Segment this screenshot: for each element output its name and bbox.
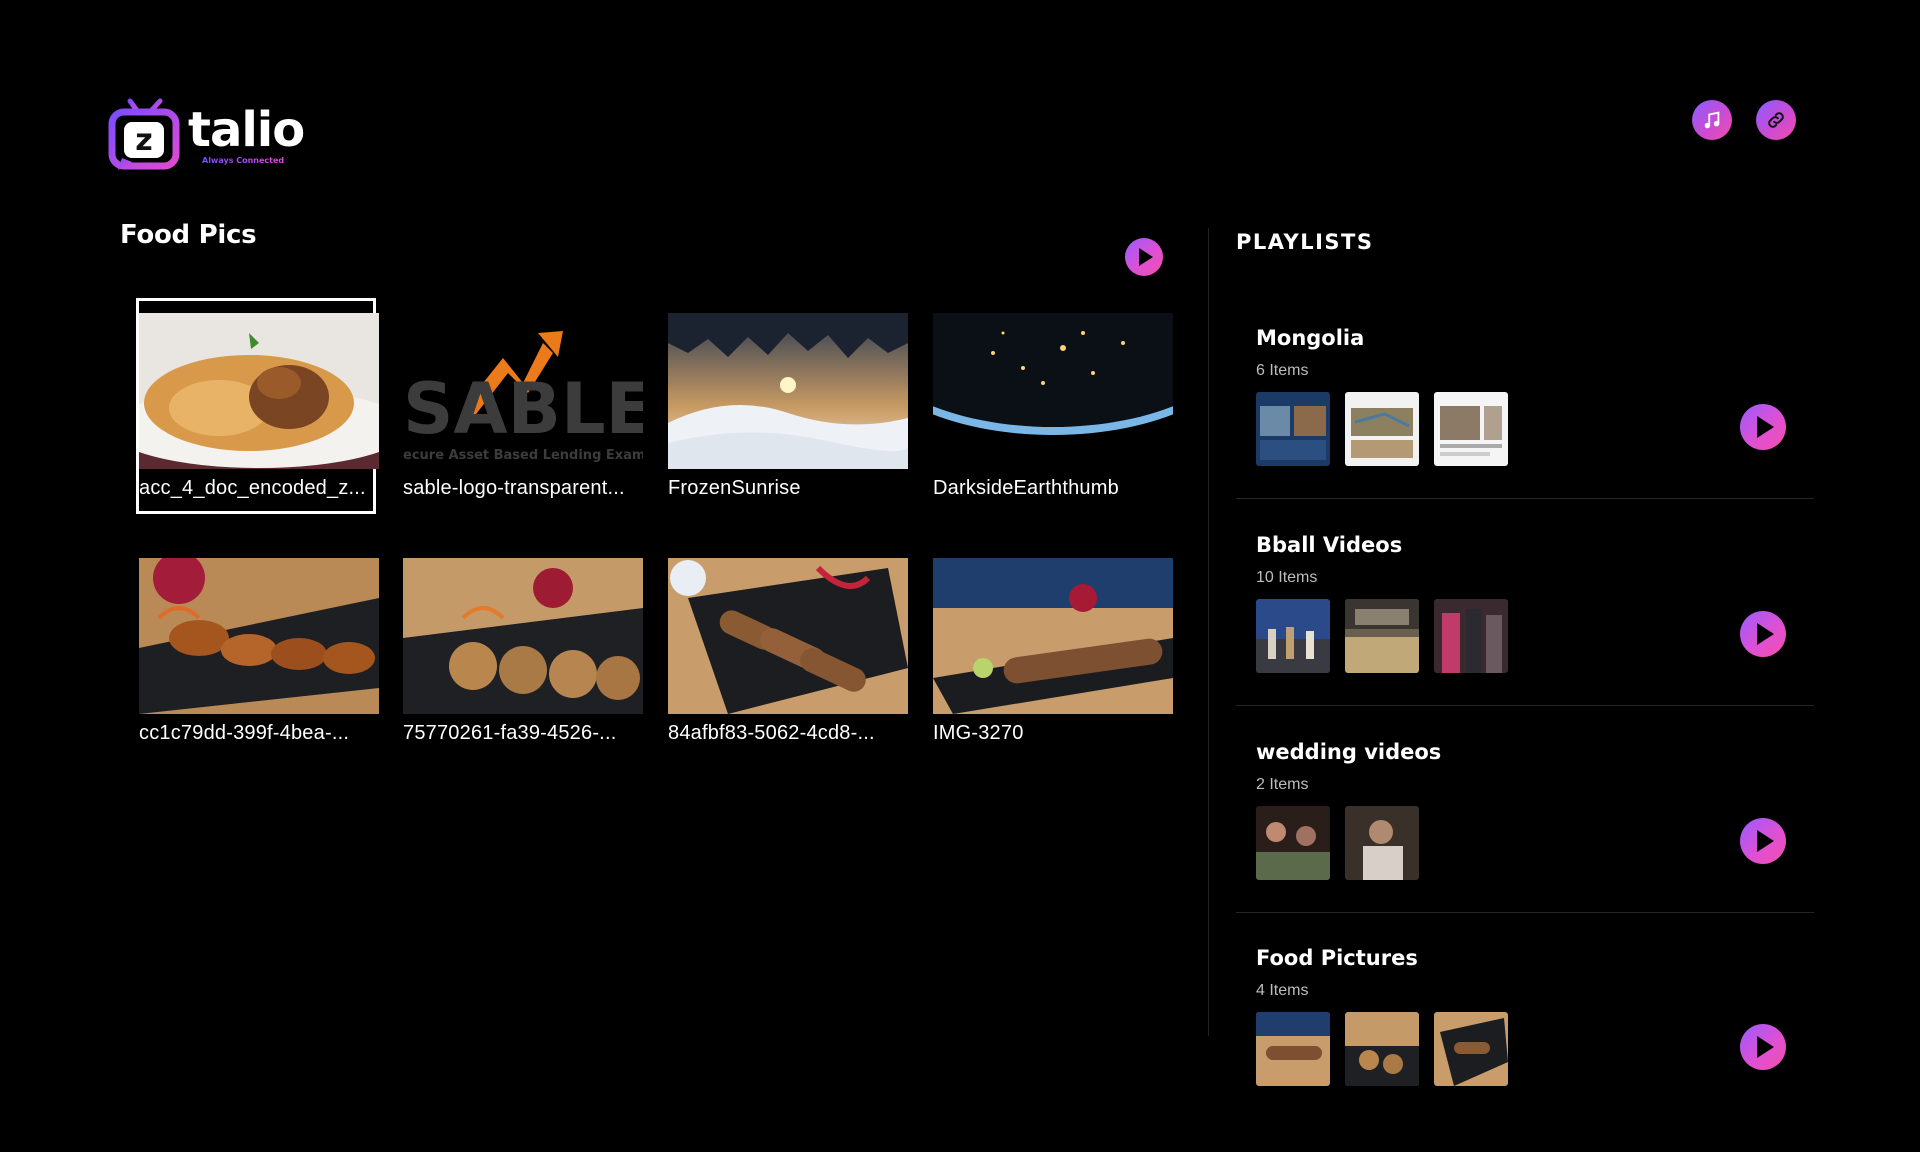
play-icon [1139, 248, 1153, 266]
playlist-count: 6 Items [1256, 362, 1309, 379]
playlist-thumbnails [1256, 599, 1508, 673]
media-tile[interactable]: FrozenSunrise [668, 313, 908, 500]
svg-text:z: z [135, 123, 152, 158]
playlist-thumb [1434, 1012, 1508, 1086]
playlist-name: Bball Videos [1256, 533, 1403, 557]
playlist-thumb [1345, 1012, 1419, 1086]
playlist-thumb [1434, 599, 1508, 673]
media-caption: 75770261-fa39-4526-... [403, 722, 617, 744]
playlist-name: Food Pictures [1256, 946, 1418, 970]
media-caption: 84afbf83-5062-4cd8-... [668, 722, 875, 744]
svg-text:SABLE: SABLE [403, 368, 643, 450]
media-tile[interactable]: acc_4_doc_encoded_z... [139, 313, 379, 500]
playlist-thumb [1345, 392, 1419, 466]
playlist-item[interactable]: Bball Videos 10 Items [1236, 533, 1814, 739]
music-button[interactable] [1692, 100, 1732, 140]
playlist-count: 4 Items [1256, 982, 1309, 999]
playlist-item[interactable]: Food Pictures 4 Items [1236, 946, 1814, 1152]
media-tile[interactable]: SABLE ecure Asset Based Lending Examin s… [403, 313, 643, 500]
media-caption: IMG-3270 [933, 722, 1024, 744]
media-tile[interactable]: 84afbf83-5062-4cd8-... [668, 558, 908, 745]
play-playlist-button[interactable] [1740, 818, 1786, 864]
playlist-thumb [1256, 392, 1330, 466]
playlist-name: Mongolia [1256, 326, 1365, 350]
playlist-thumb [1345, 806, 1419, 880]
media-caption: sable-logo-transparent... [403, 477, 625, 499]
svg-text:ecure Asset Based Lending Exam: ecure Asset Based Lending Examin [403, 448, 643, 463]
thumbnail-grilled-shrimp [139, 558, 379, 714]
play-playlist-button[interactable] [1740, 611, 1786, 657]
album-title: Food Pics [120, 220, 257, 250]
playlist-item[interactable]: Mongolia 6 Items [1236, 326, 1814, 532]
link-button[interactable] [1756, 100, 1796, 140]
media-caption: DarksideEarththumb [933, 477, 1119, 499]
play-playlist-button[interactable] [1740, 404, 1786, 450]
playlist-name: wedding videos [1256, 740, 1442, 764]
play-playlist-button[interactable] [1740, 1024, 1786, 1070]
thumbnail-roll [933, 558, 1173, 714]
playlist-separator [1236, 498, 1814, 499]
thumbnail-kebab [668, 558, 908, 714]
app-logo: z talio Always Connected [108, 98, 308, 174]
media-caption: FrozenSunrise [668, 477, 801, 499]
playlist-thumb [1256, 1012, 1330, 1086]
thumbnail-sable-logo: SABLE ecure Asset Based Lending Examin [403, 313, 643, 469]
playlist-thumbnails [1256, 1012, 1508, 1086]
thumbnail-earth-night [933, 313, 1173, 469]
play-icon [1757, 623, 1774, 645]
playlist-thumb [1256, 599, 1330, 673]
playlist-count: 2 Items [1256, 776, 1309, 793]
media-tile[interactable]: cc1c79dd-399f-4bea-... [139, 558, 379, 745]
playlist-thumb [1256, 806, 1330, 880]
media-tile[interactable]: 75770261-fa39-4526-... [403, 558, 643, 745]
media-tile[interactable]: DarksideEarththumb [933, 313, 1173, 500]
thumbnail-frozen-sunrise [668, 313, 908, 469]
playlist-count: 10 Items [1256, 569, 1318, 586]
play-icon [1757, 1036, 1774, 1058]
media-tile[interactable]: IMG-3270 [933, 558, 1173, 745]
playlist-thumb [1345, 599, 1419, 673]
link-icon [1768, 112, 1784, 128]
media-caption: acc_4_doc_encoded_z... [139, 477, 366, 499]
play-icon [1757, 416, 1774, 438]
media-caption: cc1c79dd-399f-4bea-... [139, 722, 350, 744]
logo-mark-icon: z [108, 98, 180, 170]
playlist-separator [1236, 705, 1814, 706]
playlist-item[interactable]: wedding videos 2 Items [1236, 740, 1814, 946]
logo-wordmark: talio [188, 102, 305, 158]
thumbnail-patties [403, 558, 643, 714]
playlist-separator [1236, 912, 1814, 913]
playlists-heading: PLAYLISTS [1236, 230, 1374, 254]
logo-tagline: Always Connected [202, 156, 285, 165]
playlist-thumbnails [1256, 806, 1419, 880]
playlist-thumb [1434, 392, 1508, 466]
thumbnail-biryani [139, 313, 379, 469]
panel-divider [1208, 228, 1209, 1036]
play-icon [1757, 830, 1774, 852]
music-note-icon [1704, 111, 1720, 129]
play-album-button[interactable] [1125, 238, 1163, 276]
playlist-thumbnails [1256, 392, 1508, 466]
